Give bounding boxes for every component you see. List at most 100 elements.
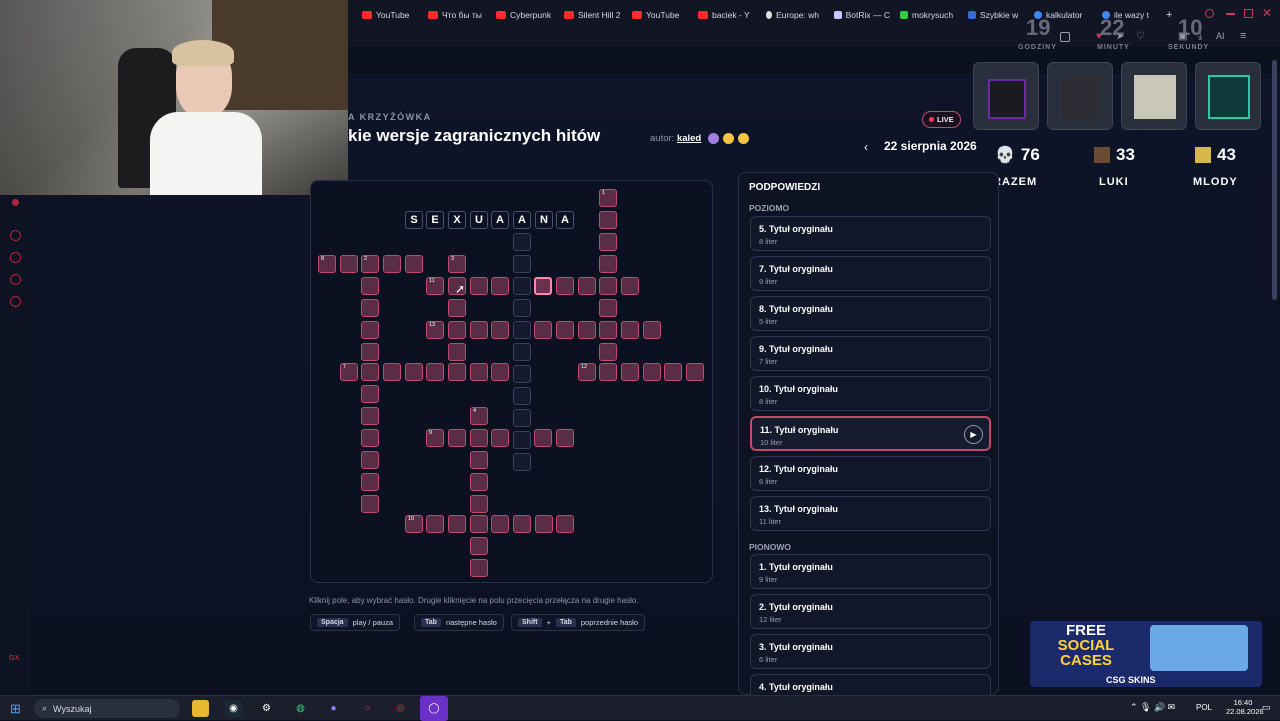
crossword-cell-empty[interactable] <box>513 299 531 317</box>
crossword-cell[interactable] <box>578 277 596 295</box>
crossword-cell[interactable] <box>599 343 617 361</box>
ai-icon[interactable]: AI <box>1216 31 1225 41</box>
crossword-cell[interactable] <box>405 363 423 381</box>
settings-icon[interactable] <box>10 296 21 307</box>
browser-tab[interactable]: mokrysuch <box>900 8 958 22</box>
crossword-cell[interactable] <box>470 515 488 533</box>
crossword-cell-letter[interactable]: E <box>426 211 444 229</box>
crossword-cell-empty[interactable] <box>513 387 531 405</box>
crossword-cell[interactable] <box>448 429 466 447</box>
cube-icon[interactable] <box>10 274 21 285</box>
crossword-cell[interactable] <box>686 363 704 381</box>
crossword-cell[interactable] <box>556 429 574 447</box>
crossword-cell[interactable] <box>578 321 596 339</box>
crossword-cell[interactable] <box>470 559 488 577</box>
crossword-cell[interactable] <box>361 343 379 361</box>
clue-card[interactable]: 3. Tytuł oryginału 6 liter <box>750 634 991 669</box>
crossword-cell[interactable] <box>534 321 552 339</box>
minimize-icon[interactable] <box>1226 13 1235 15</box>
maximize-icon[interactable] <box>1244 9 1253 18</box>
crossword-cell[interactable] <box>664 363 682 381</box>
screenshot-icon[interactable] <box>1060 32 1070 42</box>
clue-card[interactable]: 12. Tytuł oryginału 6 liter <box>750 456 991 491</box>
crossword-cell[interactable] <box>383 363 401 381</box>
crossword-cell[interactable] <box>621 363 639 381</box>
crossword-cell[interactable] <box>470 473 488 491</box>
crossword-cell[interactable] <box>556 515 574 533</box>
play-icon[interactable] <box>10 230 21 241</box>
crossword-cell[interactable] <box>361 277 379 295</box>
crossword-cell[interactable] <box>556 321 574 339</box>
crossword-cell-empty[interactable] <box>513 431 531 449</box>
crossword-cell[interactable]: 10 <box>405 515 423 533</box>
crossword-cell[interactable] <box>470 363 488 381</box>
crossword-cell[interactable] <box>448 299 466 317</box>
crossword-cell[interactable] <box>426 515 444 533</box>
crossword-cell[interactable]: 1 <box>599 189 617 207</box>
crossword-cell[interactable] <box>383 255 401 273</box>
clock-icon[interactable] <box>10 252 21 263</box>
crossword-cell[interactable] <box>448 343 466 361</box>
crossword-cell[interactable] <box>405 255 423 273</box>
crossword-cell[interactable] <box>340 255 358 273</box>
browser-tab[interactable]: YouTube <box>362 8 422 22</box>
clue-card[interactable]: 8. Tytuł oryginału 5 liter <box>750 296 991 331</box>
crossword-cell[interactable] <box>599 233 617 251</box>
crossword-cell[interactable]: 2 <box>361 255 379 273</box>
taskbar-search[interactable]: ⌕ Wyszukaj <box>34 699 180 718</box>
language-indicator[interactable]: POL <box>1196 703 1212 712</box>
crossword-cell[interactable] <box>470 277 488 295</box>
crossword-cell[interactable] <box>491 515 509 533</box>
steam-icon[interactable]: ◉ <box>225 700 242 717</box>
clock[interactable]: 16:40 22.08.2026 <box>1226 698 1264 716</box>
gx-icon[interactable]: GX <box>9 655 19 662</box>
crossword-cell[interactable] <box>448 363 466 381</box>
crossword-cell[interactable] <box>599 299 617 317</box>
crossword-cell[interactable] <box>556 277 574 295</box>
crossword-cell[interactable] <box>470 429 488 447</box>
menu-icon[interactable]: ≡ <box>1240 30 1246 42</box>
opera-gx-icon[interactable]: ○ <box>359 700 376 717</box>
crossword-cell[interactable]: 12 <box>578 363 596 381</box>
crossword-cell-letter[interactable]: A <box>556 211 574 229</box>
xbox-icon[interactable]: ◍ <box>292 700 309 717</box>
crossword-cell-empty[interactable] <box>513 233 531 251</box>
crossword-cell[interactable] <box>448 515 466 533</box>
crossword-cell[interactable] <box>643 363 661 381</box>
close-icon[interactable]: ✕ <box>1262 6 1272 20</box>
browser-tab[interactable]: Silent Hill 2 <box>564 8 622 22</box>
crossword-cell-empty[interactable] <box>513 409 531 427</box>
crossword-cell[interactable] <box>361 473 379 491</box>
crossword-cell[interactable] <box>426 363 444 381</box>
crossword-cell[interactable] <box>513 515 531 533</box>
crossword-cell[interactable] <box>470 321 488 339</box>
ad-banner[interactable]: FREE SOCIAL CASES CSG SKINS <box>1030 621 1262 687</box>
crossword-cell[interactable] <box>491 363 509 381</box>
crossword-cell[interactable] <box>491 321 509 339</box>
crossword-cell[interactable] <box>643 321 661 339</box>
crossword-cell[interactable] <box>361 429 379 447</box>
crossword-cell[interactable] <box>599 277 617 295</box>
crossword-cell[interactable] <box>361 495 379 513</box>
clue-card[interactable]: 10. Tytuł oryginału 8 liter <box>750 376 991 411</box>
heart-icon[interactable]: ♡ <box>1136 31 1145 42</box>
tray-icons[interactable]: ⌃ 🎙 🔊 ✉ <box>1130 702 1175 713</box>
crossword-cell[interactable]: 3 <box>448 255 466 273</box>
clue-card[interactable]: 5. Tytuł oryginału 8 liter <box>750 216 991 251</box>
crossword-cell-empty[interactable] <box>513 321 531 339</box>
crossword-cell-letter[interactable]: X <box>448 211 466 229</box>
crossword-cell-empty[interactable] <box>513 365 531 383</box>
play-icon[interactable]: ▶ <box>964 425 983 444</box>
clue-card[interactable]: 9. Tytuł oryginału 7 liter <box>750 336 991 371</box>
crossword-cell-letter[interactable]: A <box>491 211 509 229</box>
clue-card[interactable]: 2. Tytuł oryginału 12 liter <box>750 594 991 629</box>
crossword-cell[interactable] <box>534 429 552 447</box>
clue-card[interactable]: 13. Tytuł oryginału 11 liter <box>750 496 991 531</box>
notification-icon[interactable]: ▭ <box>1262 702 1271 713</box>
app-icon[interactable]: ◎ <box>392 700 409 717</box>
crossword-cell[interactable] <box>599 211 617 229</box>
crossword-cell[interactable] <box>361 299 379 317</box>
crossword-cell-letter[interactable]: N <box>535 211 553 229</box>
crossword-cell-empty[interactable] <box>513 277 531 295</box>
crossword-cell[interactable] <box>599 363 617 381</box>
